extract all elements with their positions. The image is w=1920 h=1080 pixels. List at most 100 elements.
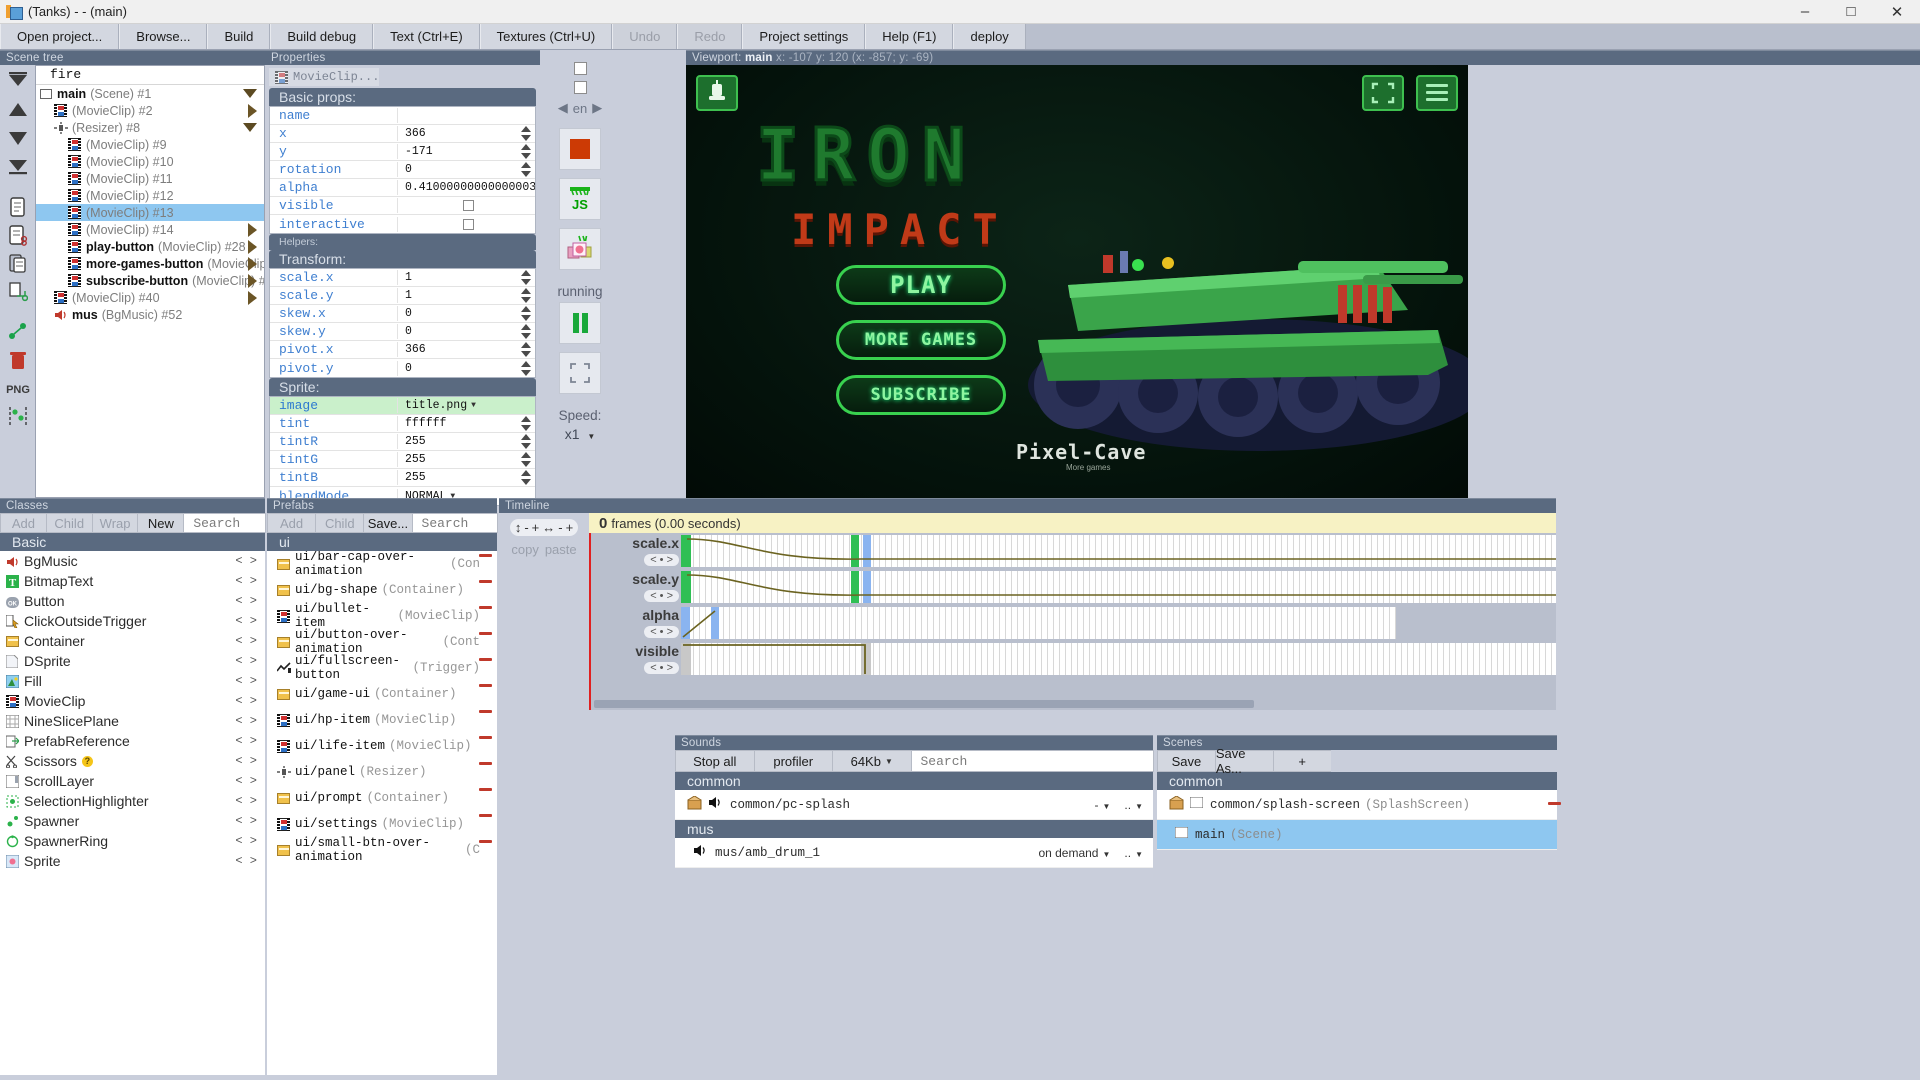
property-key[interactable]: skew.y bbox=[270, 324, 398, 339]
class-nav-arrows[interactable]: < > bbox=[235, 794, 257, 808]
sounds-stop-all-button[interactable]: Stop all bbox=[675, 750, 755, 772]
scene-tree-node[interactable]: play-button (MovieClip) #28 bbox=[36, 238, 264, 255]
class-nav-arrows[interactable]: < > bbox=[235, 714, 257, 728]
scenes-save-as-button[interactable]: Save As... bbox=[1214, 746, 1274, 776]
property-row[interactable]: scale.y 1 bbox=[270, 287, 535, 305]
keyframe-nav-controls[interactable]: < • > bbox=[644, 554, 679, 566]
delete-prefab-icon[interactable] bbox=[480, 739, 493, 753]
class-nav-arrows[interactable]: < > bbox=[235, 774, 257, 788]
property-row[interactable]: tint ffffff bbox=[270, 415, 535, 433]
delete-prefab-icon[interactable] bbox=[480, 791, 493, 805]
property-value-cell[interactable]: 0 bbox=[398, 360, 535, 376]
class-list-item[interactable]: Container < > bbox=[0, 631, 265, 651]
classes-new-button[interactable]: New bbox=[137, 513, 185, 533]
property-value-cell[interactable]: 366 bbox=[398, 126, 535, 141]
pause-button[interactable] bbox=[559, 302, 601, 344]
property-key[interactable]: scale.y bbox=[270, 288, 398, 303]
collapse-arrow-icon[interactable] bbox=[243, 89, 257, 98]
property-value-cell[interactable]: 255 bbox=[398, 434, 535, 449]
property-key[interactable]: x bbox=[270, 126, 398, 141]
recenter-button[interactable] bbox=[559, 352, 601, 394]
prefab-list-item[interactable]: ui/hp-item (MovieClip) bbox=[267, 707, 497, 733]
sound-extra-dropdown[interactable]: .. ▼ bbox=[1124, 798, 1143, 812]
property-key[interactable]: scale.x bbox=[270, 270, 398, 285]
minimize-button[interactable]: – bbox=[1782, 0, 1828, 23]
number-stepper[interactable] bbox=[521, 342, 532, 357]
expand-arrow-icon[interactable] bbox=[248, 103, 257, 118]
prefab-list-item[interactable]: ui/game-ui (Container) bbox=[267, 681, 497, 707]
menu-open-project[interactable]: Open project... bbox=[0, 24, 120, 49]
number-stepper[interactable] bbox=[521, 470, 532, 485]
class-nav-arrows[interactable]: < > bbox=[235, 674, 257, 688]
prefab-list-item[interactable]: ui/panel (Resizer) bbox=[267, 759, 497, 785]
timeline-tracks[interactable]: 0 frames (0.00 seconds) scale.x < • > scal… bbox=[589, 513, 1556, 710]
sounds-profiler-button[interactable]: profiler bbox=[753, 750, 833, 772]
property-row[interactable]: alpha 0.41000000000000003 bbox=[270, 179, 535, 197]
property-value-cell[interactable]: 366 bbox=[398, 342, 535, 357]
property-key[interactable]: alpha bbox=[270, 180, 398, 195]
property-value-cell[interactable]: 0 bbox=[398, 162, 535, 177]
property-key[interactable]: tintG bbox=[270, 452, 398, 467]
classes-list[interactable]: BgMusic < > T BitmapText < > OK Button < > Click… bbox=[0, 551, 265, 1075]
class-nav-arrows[interactable]: < > bbox=[235, 854, 257, 868]
class-list-item[interactable]: BgMusic < > bbox=[0, 551, 265, 571]
move-to-bottom-icon[interactable] bbox=[4, 153, 31, 178]
scene-tree-node[interactable]: main (Scene) #1 bbox=[36, 85, 264, 102]
speed-value[interactable]: x1 ▼ bbox=[565, 426, 596, 442]
checkbox-input[interactable] bbox=[463, 200, 474, 211]
hamburger-menu-icon[interactable] bbox=[1416, 75, 1458, 111]
class-list-item[interactable]: Scissors? < > bbox=[0, 751, 265, 771]
class-list-item[interactable]: Sprite < > bbox=[0, 851, 265, 871]
maximize-button[interactable]: □ bbox=[1828, 0, 1874, 23]
timeline-paste-button[interactable]: paste bbox=[545, 542, 577, 557]
chevron-down-icon[interactable]: ▼ bbox=[587, 432, 595, 441]
delete-prefab-icon[interactable] bbox=[480, 635, 493, 649]
scene-tree-node[interactable]: mus (BgMusic) #52 bbox=[36, 306, 264, 323]
property-row[interactable]: name bbox=[270, 107, 535, 125]
scene-tree-node[interactable]: (MovieClip) #9 bbox=[36, 136, 264, 153]
timeline-copy-button[interactable]: copy bbox=[511, 542, 538, 557]
property-row[interactable]: rotation 0 bbox=[270, 161, 535, 179]
link-nodes-icon[interactable] bbox=[4, 319, 31, 344]
delete-icon[interactable] bbox=[4, 347, 31, 372]
menu-build-debug[interactable]: Build debug bbox=[270, 24, 374, 49]
property-row[interactable]: visible bbox=[270, 197, 535, 215]
class-nav-arrows[interactable]: < > bbox=[235, 834, 257, 848]
property-key[interactable]: tintR bbox=[270, 434, 398, 449]
property-value-cell[interactable]: -171 bbox=[398, 144, 535, 159]
png-export-icon[interactable]: PNG bbox=[4, 375, 31, 400]
property-value-cell[interactable]: 1 bbox=[398, 288, 535, 303]
reload-assets-button[interactable] bbox=[559, 228, 601, 270]
menu-deploy[interactable]: deploy bbox=[953, 24, 1026, 49]
number-stepper[interactable] bbox=[521, 452, 532, 467]
keyframe-nav-controls[interactable]: < • > bbox=[644, 626, 679, 638]
prefabs-list[interactable]: ui/bar-cap-over-animation (Con ui/bg-shape… bbox=[267, 551, 497, 1075]
cut-icon[interactable] bbox=[4, 222, 31, 247]
lang-next-icon[interactable]: ▶ bbox=[592, 100, 602, 116]
prefab-list-item[interactable]: ui/prompt (Container) bbox=[267, 785, 497, 811]
paste-icon[interactable] bbox=[4, 250, 31, 275]
class-list-item[interactable]: MovieClip < > bbox=[0, 691, 265, 711]
class-nav-arrows[interactable]: < > bbox=[235, 734, 257, 748]
property-value-cell[interactable]: 1 bbox=[398, 270, 535, 285]
class-nav-arrows[interactable]: < > bbox=[235, 634, 257, 648]
prefab-list-item[interactable]: ui/button-over-animation (Cont bbox=[267, 628, 497, 656]
scene-tree-node[interactable]: (MovieClip) #11 bbox=[36, 170, 264, 187]
keyframe-nav-controls[interactable]: < • > bbox=[644, 590, 679, 602]
language-selector[interactable]: ◀ en ▶ bbox=[558, 100, 602, 116]
speaker-icon[interactable] bbox=[693, 844, 708, 861]
property-row[interactable]: x 366 bbox=[270, 125, 535, 143]
speaker-icon[interactable] bbox=[708, 796, 723, 813]
class-list-item[interactable]: ClickOutsideTrigger < > bbox=[0, 611, 265, 631]
delete-prefab-icon[interactable] bbox=[480, 583, 493, 597]
menu-browse[interactable]: Browse... bbox=[119, 24, 208, 49]
class-list-item[interactable]: Spawner < > bbox=[0, 811, 265, 831]
fullscreen-icon[interactable] bbox=[1362, 75, 1404, 111]
scene-tree-node[interactable]: more-games-button(MovieClip) #32 bbox=[36, 255, 264, 272]
property-key[interactable]: rotation bbox=[270, 162, 398, 177]
delete-prefab-icon[interactable] bbox=[480, 713, 493, 727]
game-settings-icon[interactable] bbox=[696, 75, 738, 111]
prefab-list-item[interactable]: ui/life-item (MovieClip) bbox=[267, 733, 497, 759]
move-down-icon[interactable] bbox=[4, 125, 31, 150]
property-value-cell[interactable]: 0 bbox=[398, 324, 535, 339]
